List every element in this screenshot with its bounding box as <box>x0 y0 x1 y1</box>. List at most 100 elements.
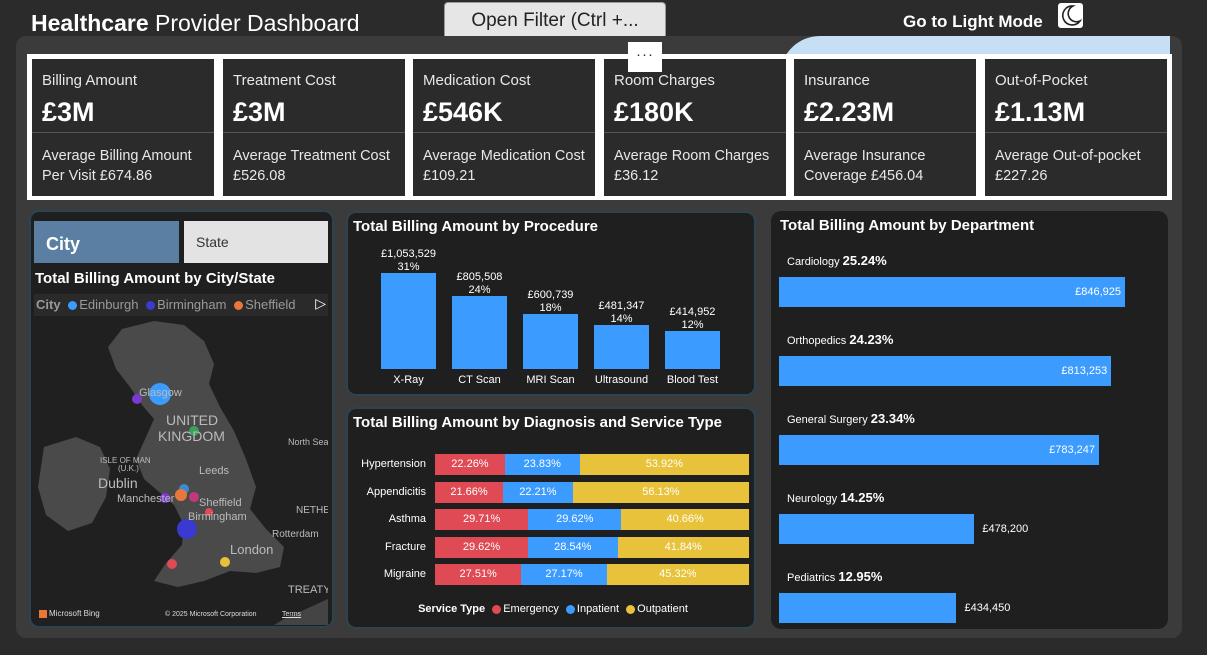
department-bar-pediatrics[interactable] <box>779 593 957 623</box>
kpi-strip: Billing Amount £3M Average Billing Amoun… <box>27 54 1172 200</box>
legend-outpatient: Outpatient <box>637 603 688 615</box>
diagnosis-chart-title: Total Billing Amount by Diagnosis and Se… <box>353 414 722 431</box>
department-bar-neurology[interactable] <box>779 514 975 544</box>
kpi-label: Room Charges <box>614 72 715 89</box>
kpi-average: Average Medication Cost £109.21 <box>423 148 585 184</box>
map-bubble-sheffield[interactable] <box>175 489 187 501</box>
procedure-value-label: £805,508 <box>456 270 503 283</box>
diagnosis-label-hypertension: Hypertension <box>361 458 426 470</box>
more-options-button[interactable]: ··· <box>628 42 662 72</box>
map-label-leeds: Leeds <box>199 465 229 477</box>
department-label-general-surgery: General Surgery 23.34% <box>787 411 915 426</box>
map-label-treaty: TREATY <box>288 584 328 596</box>
kpi-card-room-charges[interactable]: Room Charges £180K Average Room Charges … <box>604 59 786 196</box>
map-terms-link[interactable]: Terms <box>282 611 301 618</box>
legend-dot-emergency <box>492 604 502 614</box>
map-label-birmingham: Birmingham <box>188 511 247 523</box>
procedure-bar-x-ray[interactable] <box>381 273 436 369</box>
department-name: Pediatrics <box>787 572 839 584</box>
procedure-category-label: Blood Test <box>666 374 719 386</box>
map-label-rotterdam: Rotterdam <box>272 529 319 540</box>
legend-inpatient: Inpatient <box>576 603 620 615</box>
procedure-chart-title: Total Billing Amount by Procedure <box>353 218 599 235</box>
light-mode-toggle[interactable]: Go to Light Mode <box>903 12 1043 32</box>
kpi-card-treatment-cost[interactable]: Treatment Cost £3M Average Treatment Cos… <box>223 59 405 196</box>
legend-dot-outpatient <box>626 604 636 614</box>
slicer-state-button[interactable]: State <box>184 221 328 263</box>
kpi-card-billing-amount[interactable]: Billing Amount £3M Average Billing Amoun… <box>32 59 214 196</box>
kpi-label: Out-of-Pocket <box>995 72 1088 89</box>
procedure-percent-label: 12% <box>681 319 704 332</box>
department-value-label: £846,925 <box>1075 286 1121 298</box>
kpi-divider <box>604 132 786 133</box>
diagnosis-segment-inpatient[interactable]: 23.83% <box>504 454 580 475</box>
legend-next-icon[interactable]: ▷ <box>315 295 326 312</box>
diagnosis-segment-emergency[interactable]: 22.26% <box>435 454 505 475</box>
diagnosis-label-asthma: Asthma <box>388 513 426 525</box>
diagnosis-label-migraine: Migraine <box>383 568 426 580</box>
kpi-value: £546K <box>423 97 503 127</box>
billing-map[interactable]: Glasgow UNITED KINGDOM ISLE OF MAN (U.K.… <box>34 319 328 625</box>
procedure-value-label: £414,952 <box>669 306 716 319</box>
diagnosis-segment-outpatient[interactable]: 45.32% <box>606 564 749 585</box>
kpi-card-medication-cost[interactable]: Medication Cost £546K Average Medication… <box>413 59 595 196</box>
department-value-label: £478,200 <box>982 523 1029 535</box>
kpi-card-insurance[interactable]: Insurance £2.23M Average Insurance Cover… <box>794 59 976 196</box>
kpi-label: Medication Cost <box>423 72 531 89</box>
department-label-cardiology: Cardiology 25.24% <box>787 253 887 268</box>
procedure-bar-ct-scan[interactable] <box>452 295 507 369</box>
procedure-bar-blood-test[interactable] <box>665 331 720 369</box>
legend-sheffield: Sheffield <box>245 297 296 312</box>
microsoft-logo-icon <box>39 609 47 618</box>
diagnosis-segment-emergency[interactable]: 21.66% <box>435 481 503 503</box>
department-percent: 23.34% <box>870 411 915 426</box>
department-name: Orthopedics <box>787 335 850 347</box>
diagnosis-legend-title: Service Type <box>418 603 486 615</box>
map-label-north-sea: North Sea <box>288 437 328 447</box>
map-bubble-london[interactable] <box>220 557 230 567</box>
open-filter-button[interactable]: Open Filter (Ctrl +... <box>444 2 666 39</box>
diagnosis-segment-emergency[interactable]: 27.51% <box>435 564 522 585</box>
map-bubble[interactable] <box>189 492 199 502</box>
moon-icon[interactable] <box>1058 3 1083 28</box>
page-title: Healthcare Provider Dashboard <box>31 10 360 37</box>
department-value-label: £434,450 <box>964 602 1011 614</box>
kpi-divider <box>32 132 214 133</box>
procedure-bar-mri-scan[interactable] <box>523 314 578 369</box>
department-name: General Surgery <box>787 414 871 426</box>
kpi-value: £3M <box>233 97 286 127</box>
diagnosis-segment-outpatient[interactable]: 41.84% <box>617 536 749 558</box>
department-value-label: £813,253 <box>1061 365 1108 377</box>
kpi-average: Average Billing Amount Per Visit £674.86 <box>42 148 192 184</box>
procedure-chart-panel: Total Billing Amount by Procedure £1,053… <box>346 211 756 396</box>
map-bubble[interactable] <box>167 559 177 569</box>
diagnosis-segment-inpatient[interactable]: 29.62% <box>528 509 622 530</box>
diagnosis-segment-outpatient[interactable]: 40.66% <box>621 509 749 530</box>
slicer-city-button[interactable]: City <box>34 221 179 263</box>
department-label-pediatrics: Pediatrics 12.95% <box>787 569 882 584</box>
kpi-value: £1.13M <box>995 97 1086 127</box>
diagnosis-chart-panel: Total Billing Amount by Diagnosis and Se… <box>346 407 756 629</box>
department-name: Neurology <box>787 493 841 505</box>
map-label-sheffield: Sheffield <box>199 497 242 509</box>
bing-logo: Microsoft Bing <box>39 609 100 618</box>
department-chart-panel: Total Billing Amount by Department Cardi… <box>771 211 1168 629</box>
department-chart-title: Total Billing Amount by Department <box>780 217 1035 234</box>
procedure-bar-ultrasound[interactable] <box>594 325 649 369</box>
diagnosis-segment-inpatient[interactable]: 22.21% <box>503 481 573 503</box>
department-name: Cardiology <box>787 256 843 268</box>
diagnosis-segment-emergency[interactable]: 29.71% <box>435 509 529 530</box>
kpi-divider <box>794 132 976 133</box>
kpi-card-out-of-pocket[interactable]: Out-of-Pocket £1.13M Average Out-of-pock… <box>985 59 1167 196</box>
legend-birmingham: Birmingham <box>157 297 227 312</box>
kpi-average: Average Treatment Cost £526.08 <box>233 148 390 184</box>
diagnosis-segment-inpatient[interactable]: 28.54% <box>528 536 618 558</box>
diagnosis-segment-inpatient[interactable]: 27.17% <box>521 564 607 585</box>
diagnosis-segment-outpatient[interactable]: 53.92% <box>579 454 749 475</box>
legend-emergency: Emergency <box>503 603 559 615</box>
map-label-uk: UNITED <box>166 412 219 428</box>
diagnosis-segment-emergency[interactable]: 29.62% <box>435 536 528 558</box>
diagnosis-legend: Service Type Emergency Inpatient Outpati… <box>348 603 754 615</box>
diagnosis-segment-outpatient[interactable]: 56.13% <box>572 481 749 503</box>
department-label-neurology: Neurology 14.25% <box>787 490 884 505</box>
